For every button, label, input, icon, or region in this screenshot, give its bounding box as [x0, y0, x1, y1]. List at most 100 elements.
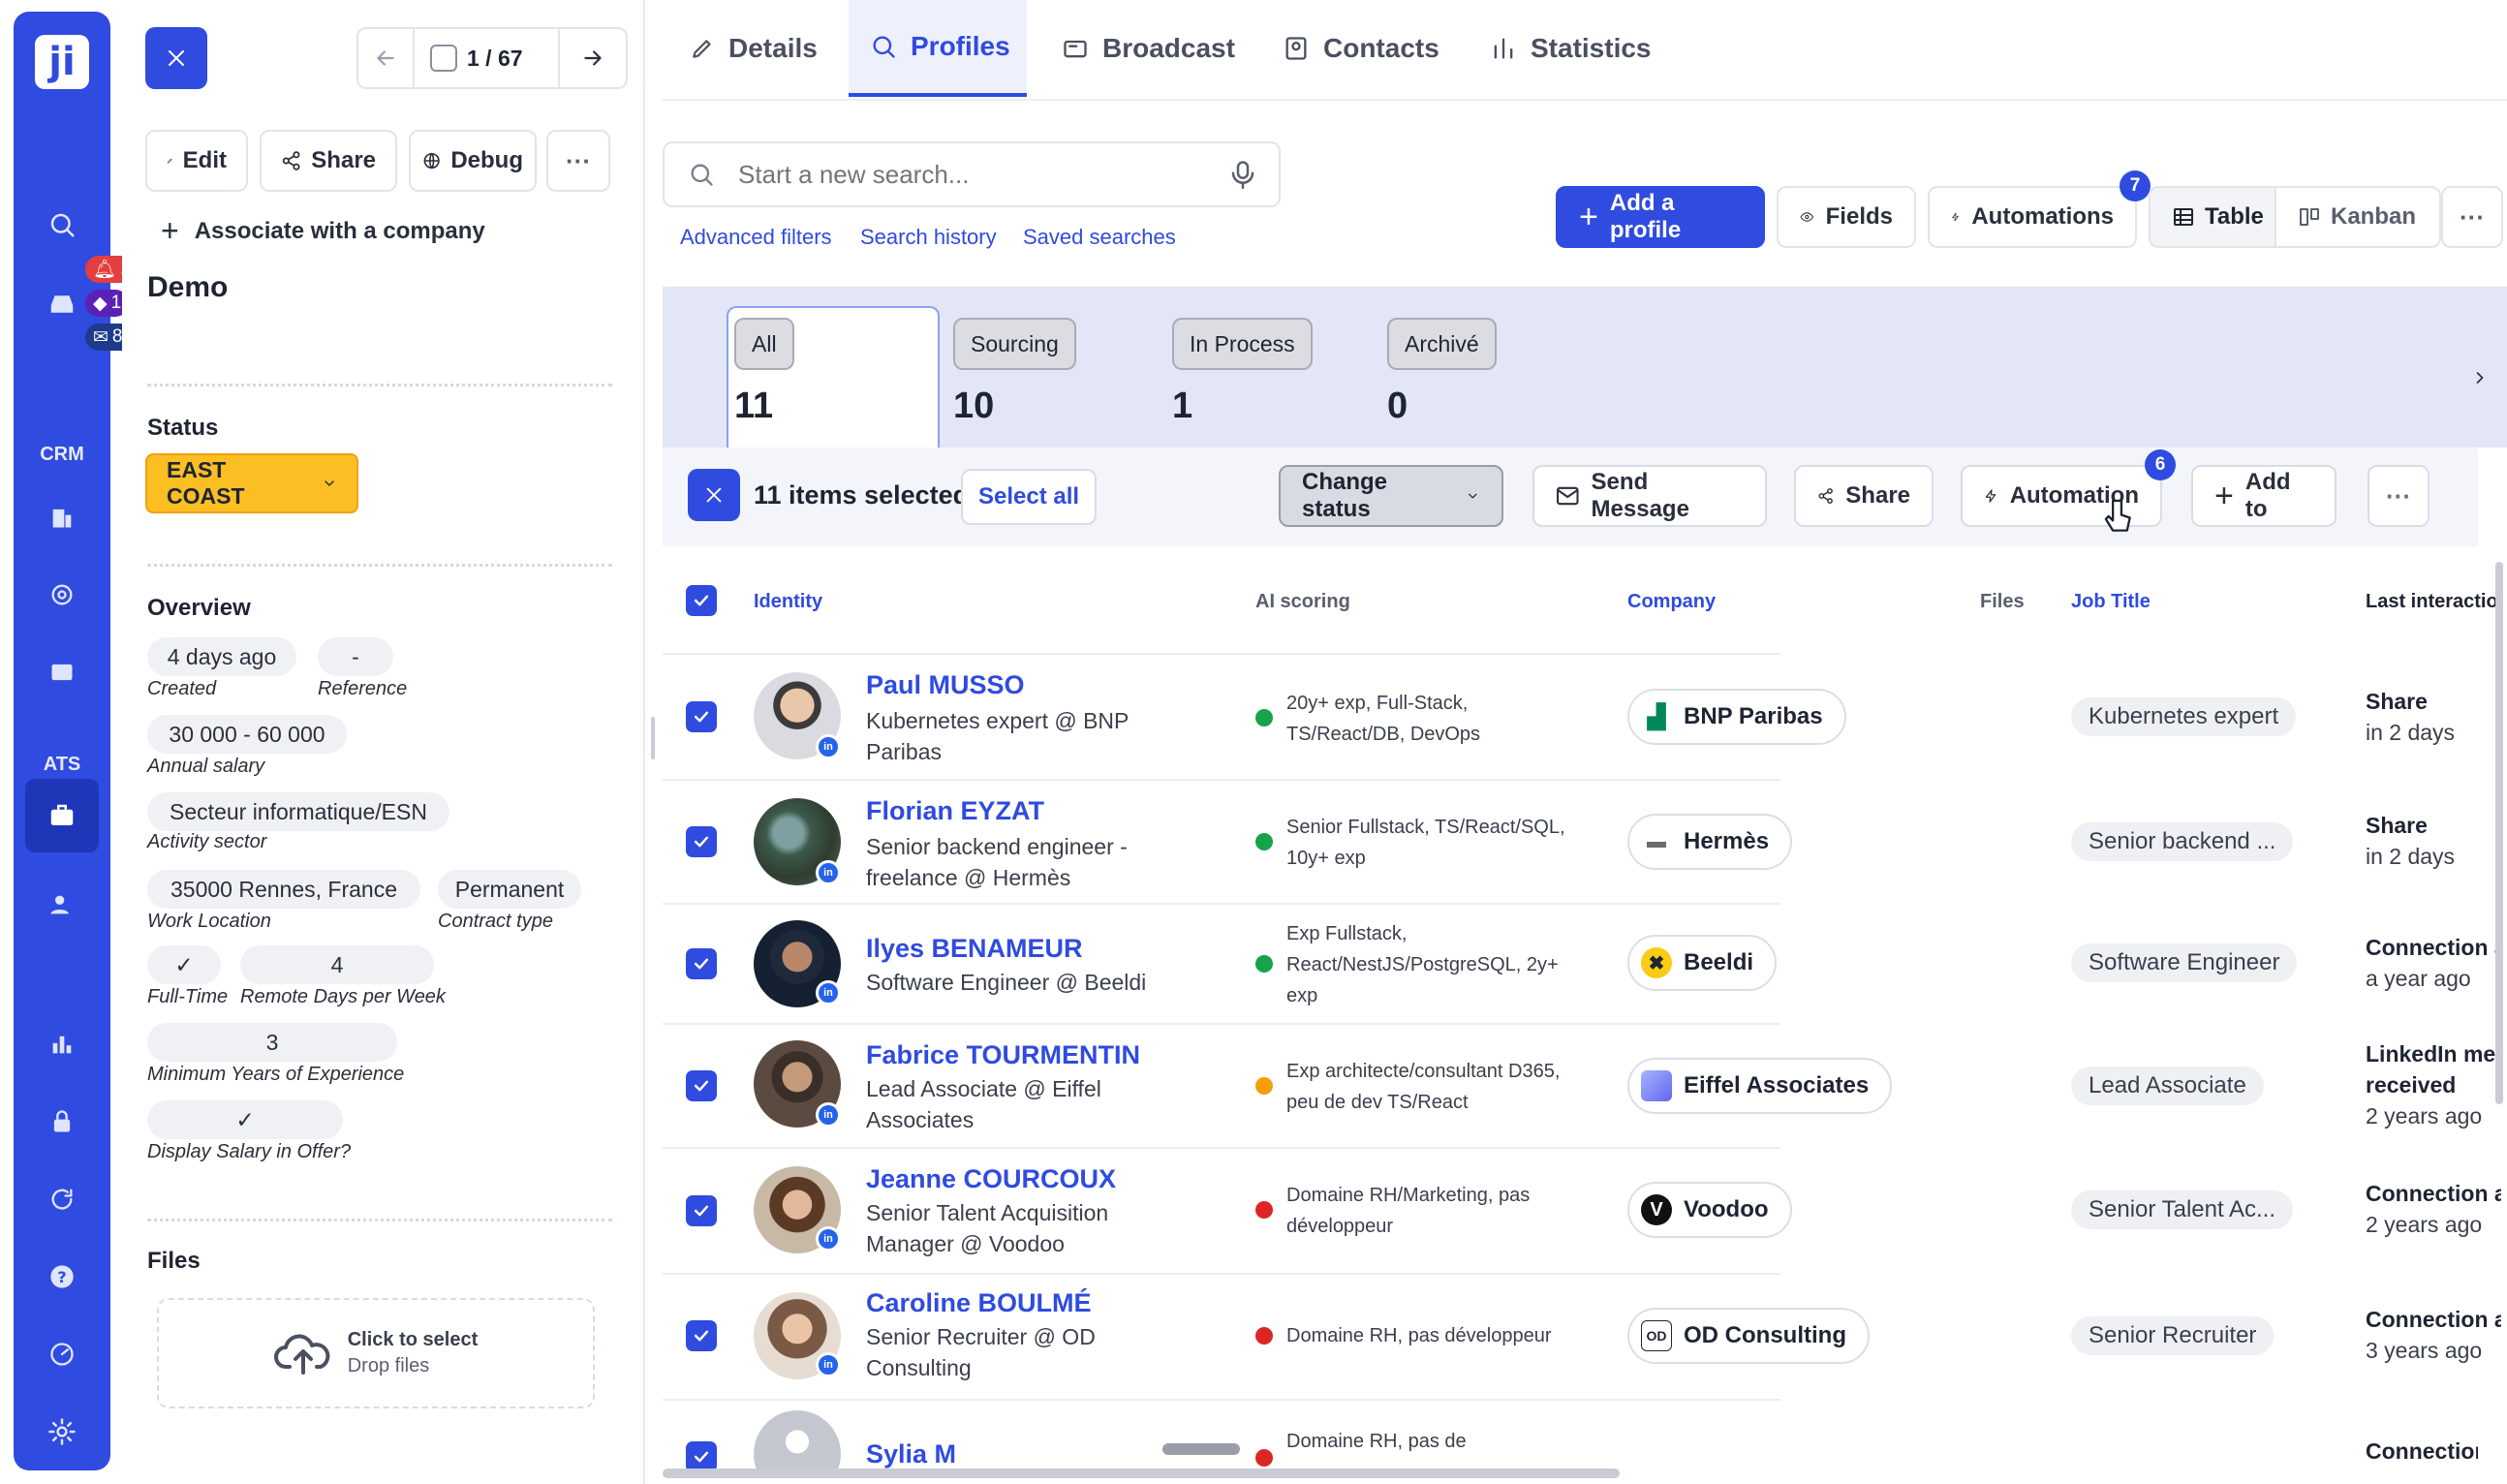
select-record-checkbox[interactable] [430, 45, 457, 72]
row-checkbox[interactable] [686, 826, 717, 857]
settings-gear-icon[interactable] [43, 1412, 81, 1451]
stage-archive-label[interactable]: Archivé [1387, 318, 1497, 370]
column-company[interactable]: Company [1627, 591, 1716, 613]
advanced-filters-link[interactable]: Advanced filters [680, 225, 832, 250]
stage-in-process-label[interactable]: In Process [1172, 318, 1313, 370]
search-history-link[interactable]: Search history [860, 225, 997, 250]
company-pill[interactable]: Eiffel Associates [1627, 1058, 1893, 1114]
more-actions-button[interactable]: ··· [546, 130, 610, 192]
speed-nav-icon[interactable] [43, 1335, 81, 1374]
linkedin-icon[interactable]: in [816, 1102, 841, 1128]
fields-button[interactable]: Fields [1777, 186, 1916, 248]
ai-scoring-summary: 20y+ exp, Full-Stack, TS/React/DB, DevOps [1286, 688, 1480, 750]
contacts-card-nav-icon[interactable] [43, 653, 81, 692]
tab-statistics[interactable]: Statistics [1490, 0, 1652, 97]
row-checkbox[interactable] [686, 1195, 717, 1226]
select-all-rows-checkbox[interactable] [686, 585, 717, 616]
send-message-label: Send Message [1591, 469, 1689, 522]
linkedin-icon[interactable]: in [816, 860, 841, 885]
tab-broadcast[interactable]: Broadcast [1062, 0, 1235, 97]
plus-icon: + [161, 213, 179, 248]
search-nav-icon[interactable] [43, 205, 81, 244]
row-checkbox[interactable] [686, 948, 717, 979]
profile-name[interactable]: Ilyes BENAMEUR [866, 934, 1083, 964]
broadcast-icon [1064, 40, 1087, 58]
profile-name[interactable]: Caroline BOULMÉ [866, 1288, 1092, 1318]
ai-line: React/NestJS/PostgreSQL, 2y+ [1286, 954, 1559, 975]
company-name: Voodoo [1684, 1196, 1769, 1222]
linkedin-icon[interactable]: in [816, 1226, 841, 1252]
linkedin-icon[interactable]: in [816, 734, 841, 759]
debug-button[interactable]: Debug [409, 130, 537, 192]
profile-name[interactable]: Sylia M [866, 1439, 956, 1469]
row-checkbox[interactable] [686, 701, 717, 732]
send-message-button[interactable]: Send Message [1532, 465, 1767, 527]
bulk-share-button[interactable]: Share [1794, 465, 1934, 527]
companies-nav-icon[interactable] [43, 498, 81, 537]
company-pill[interactable]: ✖ Beeldi [1627, 935, 1778, 991]
tab-details[interactable]: Details [690, 0, 818, 97]
linkedin-icon[interactable]: in [816, 1352, 841, 1377]
microphone-icon[interactable] [1230, 160, 1255, 189]
column-files[interactable]: Files [1980, 591, 2025, 613]
company-pill[interactable]: OD OD Consulting [1627, 1308, 1870, 1364]
column-ai-scoring[interactable]: AI scoring [1255, 591, 1350, 613]
automations-button[interactable]: Automations [1928, 186, 2137, 248]
add-to-button[interactable]: + Add to [2191, 465, 2337, 527]
kanban-view-button[interactable]: Kanban [2276, 188, 2416, 246]
plus-icon: + [2214, 477, 2234, 514]
refresh-nav-icon[interactable] [43, 1180, 81, 1219]
stage-all-label: All [734, 318, 794, 370]
tab-profiles[interactable]: Profiles [849, 0, 1027, 97]
edit-button[interactable]: Edit [145, 130, 248, 192]
previous-record-button[interactable] [358, 29, 413, 87]
candidate-search-nav-icon[interactable] [43, 885, 81, 924]
profile-name[interactable]: Paul MUSSO [866, 670, 1025, 700]
app-logo[interactable]: ji [35, 35, 89, 89]
divider [147, 384, 612, 386]
interaction-type: LinkedIn mes [2366, 1041, 2501, 1067]
company-pill[interactable]: ▬ Hermès [1627, 814, 1793, 870]
horizontal-scrollbar[interactable] [663, 1469, 1620, 1478]
reports-nav-icon[interactable] [43, 1025, 81, 1064]
fields-label: Fields [1825, 203, 1893, 230]
profile-name[interactable]: Jeanne COURCOUX [866, 1164, 1116, 1194]
clear-selection-button[interactable] [688, 469, 740, 521]
row-checkbox[interactable] [686, 1320, 717, 1351]
company-pill[interactable]: ▟ BNP Paribas [1627, 689, 1846, 745]
tab-contacts[interactable]: Contacts [1283, 0, 1439, 97]
table-view-button[interactable]: Table [2151, 188, 2276, 246]
drag-handle[interactable] [1162, 1443, 1240, 1455]
add-profile-button[interactable]: + Add a profile [1556, 186, 1765, 248]
profile-name[interactable]: Florian EYZAT [866, 796, 1044, 826]
linkedin-icon[interactable]: in [816, 980, 841, 1005]
vertical-scrollbar[interactable] [2495, 562, 2503, 1104]
status-dropdown[interactable]: EAST COAST [145, 453, 358, 513]
profile-name[interactable]: Fabrice TOURMENTIN [866, 1040, 1140, 1070]
close-panel-button[interactable] [145, 27, 207, 89]
avatar[interactable] [754, 1410, 841, 1472]
next-record-button[interactable] [560, 29, 626, 87]
help-nav-icon[interactable]: ? [43, 1257, 81, 1296]
company-pill[interactable]: V Voodoo [1627, 1182, 1792, 1238]
change-status-dropdown[interactable]: Change status [1279, 465, 1503, 527]
panel-resize-handle[interactable] [651, 717, 655, 759]
lock-nav-icon[interactable] [43, 1102, 81, 1141]
saved-searches-link[interactable]: Saved searches [1023, 225, 1176, 250]
target-nav-icon[interactable] [43, 575, 81, 614]
file-dropzone[interactable]: Click to select Drop files [157, 1298, 595, 1408]
pipeline-scroll-right-icon[interactable] [2461, 358, 2499, 397]
search-input[interactable] [738, 159, 1207, 190]
associate-company-button[interactable]: + Associate with a company [161, 213, 485, 249]
share-button[interactable]: Share [260, 130, 397, 192]
column-last-interaction[interactable]: Last interactio [2366, 591, 2495, 613]
jobs-nav-icon[interactable] [25, 779, 99, 852]
selection-more-button[interactable]: ··· [2368, 465, 2430, 527]
row-checkbox[interactable] [686, 1070, 717, 1101]
toolbar-more-button[interactable]: ··· [2441, 186, 2503, 248]
column-job-title[interactable]: Job Title [2071, 591, 2151, 613]
stage-sourcing-label[interactable]: Sourcing [953, 318, 1076, 370]
column-identity[interactable]: Identity [754, 591, 822, 613]
select-all-button[interactable]: Select all [961, 469, 1097, 525]
inbox-nav-icon[interactable] [43, 285, 81, 324]
